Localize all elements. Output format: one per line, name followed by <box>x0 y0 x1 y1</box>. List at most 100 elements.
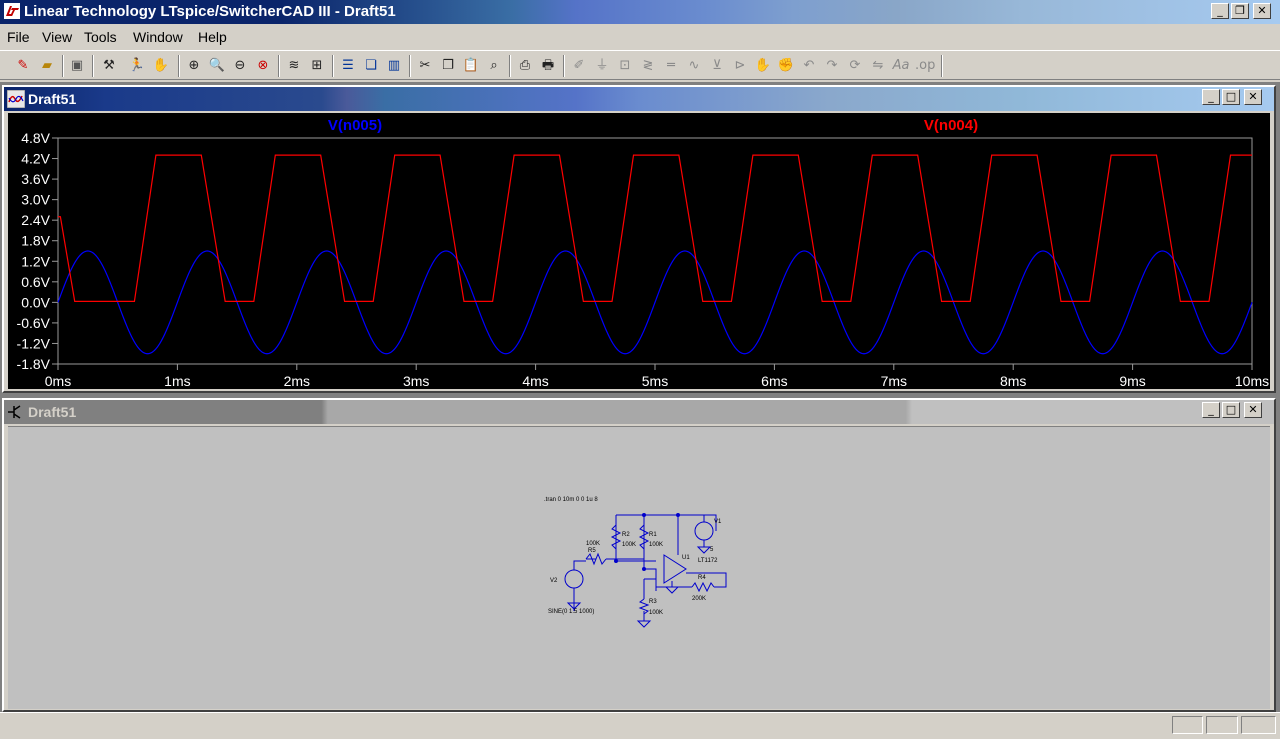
zoom-out-icon[interactable]: ⊖ <box>231 57 249 75</box>
waveform-window-controls: _ □ ✕ <box>1202 89 1262 105</box>
plot-frame <box>57 137 1253 365</box>
label-v1: V1 <box>714 519 722 525</box>
schematic-canvas[interactable]: .tran 0 10m 0 0 1u 8 V1 5 V2 SINE(0 1.5 … <box>8 426 1270 709</box>
label-net-icon[interactable]: ⊡ <box>616 57 634 75</box>
menu-help[interactable]: Help <box>198 29 227 45</box>
copy-icon[interactable]: ❐ <box>439 57 457 75</box>
zoom-fit-icon[interactable]: ⊗ <box>254 57 272 75</box>
move-icon[interactable]: ✋ <box>754 57 772 75</box>
tile-vertical-icon[interactable]: ▥ <box>385 57 403 75</box>
x-tick-label: 10ms <box>1235 373 1269 389</box>
menu-file[interactable]: File <box>7 29 30 45</box>
schematic-window-title-bar[interactable]: Draft51 _ □ ✕ <box>4 400 1274 424</box>
print-icon[interactable]: 🖶 <box>539 57 557 75</box>
autorange-icon[interactable]: ≋ <box>285 57 303 75</box>
minimize-button[interactable]: _ <box>1211 3 1229 19</box>
x-tick-label: 8ms <box>1000 373 1026 389</box>
find-icon[interactable]: ⌕ <box>485 57 503 75</box>
status-bar <box>0 712 1280 739</box>
drag-icon[interactable]: ✊ <box>777 57 795 75</box>
x-tick-label: 0ms <box>45 373 71 389</box>
label-r2: R2 <box>622 532 630 538</box>
y-tick-label: 3.6V <box>21 171 50 187</box>
close-button[interactable]: ✕ <box>1253 3 1271 19</box>
text-icon[interactable]: Aa <box>892 57 910 75</box>
menu-bar: File View Tools Window Help <box>0 26 1280 48</box>
menu-view[interactable]: View <box>42 29 72 45</box>
trace-label-vn005[interactable]: V(n005) <box>328 117 382 134</box>
x-tick-label: 2ms <box>284 373 310 389</box>
label-r4: R4 <box>698 575 706 581</box>
toolbar: ✎ ▰ ▣ ⚒ 🏃 ✋ ⊕ 🔍 ⊖ ⊗ ≋ ⊞ ☰ ❏ ▥ ✂ ❐ 📋 ⌕ ⎙ … <box>0 50 1280 80</box>
capacitor-icon[interactable]: ═ <box>662 57 680 75</box>
label-r4-value: 200K <box>692 596 706 602</box>
wire-icon[interactable]: ✐ <box>570 57 588 75</box>
y-tick-label: 1.8V <box>21 233 50 249</box>
save-icon[interactable]: ▣ <box>68 57 86 75</box>
x-tick-label: 6ms <box>761 373 787 389</box>
label-r5: R5 <box>588 548 596 554</box>
new-schematic-icon[interactable]: ✎ <box>14 57 32 75</box>
x-tick-label: 5ms <box>642 373 668 389</box>
cut-icon[interactable]: ✂ <box>416 57 434 75</box>
label-r1: R1 <box>649 532 657 538</box>
y-tick-label: -1.2V <box>17 335 51 351</box>
maximize-button[interactable]: □ <box>1222 89 1240 105</box>
maximize-button[interactable]: □ <box>1222 402 1240 418</box>
app-title-bar[interactable]: Linear Technology LTspice/SwitcherCAD II… <box>0 0 1280 24</box>
waveform-window: Draft51 _ □ ✕ 4.8V 4.2V 3.6V 3.0V 2.4V 1.8V 1.… <box>2 85 1276 393</box>
label-r2-value: 100K <box>622 542 636 548</box>
schematic-window: Draft51 _ □ ✕ .tran 0 10m 0 0 1u 8 V1 5 … <box>2 398 1276 712</box>
menu-window[interactable]: Window <box>133 29 183 45</box>
label-u1: U1 <box>682 555 690 561</box>
waveform-window-title: Draft51 <box>28 91 77 107</box>
resistor-icon[interactable]: ≷ <box>639 57 657 75</box>
zoom-in-icon[interactable]: ⊕ <box>185 57 203 75</box>
trace-vn005[interactable] <box>57 250 1253 355</box>
schematic-drawing[interactable]: .tran 0 10m 0 0 1u 8 V1 5 V2 SINE(0 1.5 … <box>8 427 1270 709</box>
waveform-window-title-bar[interactable]: Draft51 _ □ ✕ <box>4 87 1274 111</box>
control-panel-icon[interactable]: ⚒ <box>100 57 118 75</box>
grid-icon[interactable]: ⊞ <box>308 57 326 75</box>
print-setup-icon[interactable]: ⎙ <box>516 57 534 75</box>
ltspice-logo-icon <box>4 3 20 19</box>
y-tick-label: -1.8V <box>17 356 51 372</box>
redo-icon[interactable]: ↷ <box>823 57 841 75</box>
undo-icon[interactable]: ↶ <box>800 57 818 75</box>
x-tick-label: 3ms <box>403 373 429 389</box>
status-panel-2 <box>1206 716 1238 734</box>
halt-icon[interactable]: ✋ <box>152 57 170 75</box>
trace-label-vn004[interactable]: V(n004) <box>924 117 978 134</box>
waveform-plot[interactable]: 4.8V 4.2V 3.6V 3.0V 2.4V 1.8V 1.2V 0.6V 0.0V -0.6… <box>8 113 1270 389</box>
component-icon[interactable]: ⊳ <box>731 57 749 75</box>
diode-icon[interactable]: ⊻ <box>708 57 726 75</box>
restore-button[interactable]: ❐ <box>1231 3 1249 19</box>
app-window-controls: _ ❐ ✕ <box>1211 3 1271 19</box>
x-tick-label: 1ms <box>164 373 190 389</box>
rotate-icon[interactable]: ⟳ <box>846 57 864 75</box>
ground-icon[interactable]: ⏚ <box>593 57 611 75</box>
close-button[interactable]: ✕ <box>1244 89 1262 105</box>
y-tick-label: 3.0V <box>21 192 50 208</box>
menu-tools[interactable]: Tools <box>84 29 117 45</box>
waveform-plot-area[interactable]: 4.8V 4.2V 3.6V 3.0V 2.4V 1.8V 1.2V 0.6V 0.0V -0.6… <box>8 113 1270 389</box>
run-icon[interactable]: 🏃 <box>128 57 146 75</box>
close-button[interactable]: ✕ <box>1244 402 1262 418</box>
cascade-icon[interactable]: ❏ <box>362 57 380 75</box>
waveform-icon <box>7 90 25 108</box>
tile-horizontal-icon[interactable]: ☰ <box>339 57 357 75</box>
app-title: Linear Technology LTspice/SwitcherCAD II… <box>24 3 396 20</box>
spice-directive-icon[interactable]: .op <box>915 57 935 75</box>
x-tick-label: 9ms <box>1119 373 1145 389</box>
minimize-button[interactable]: _ <box>1202 89 1220 105</box>
paste-icon[interactable]: 📋 <box>462 57 480 75</box>
zoom-pan-icon[interactable]: 🔍 <box>208 57 226 75</box>
open-icon[interactable]: ▰ <box>38 57 56 75</box>
mirror-icon[interactable]: ⇋ <box>869 57 887 75</box>
y-tick-label: 0.6V <box>21 274 50 290</box>
trace-vn004[interactable] <box>58 154 1252 302</box>
label-v2-value: SINE(0 1.5 1000) <box>548 609 594 615</box>
spice-directive[interactable]: .tran 0 10m 0 0 1u 8 <box>544 497 598 503</box>
minimize-button[interactable]: _ <box>1202 402 1220 418</box>
inductor-icon[interactable]: ∿ <box>685 57 703 75</box>
